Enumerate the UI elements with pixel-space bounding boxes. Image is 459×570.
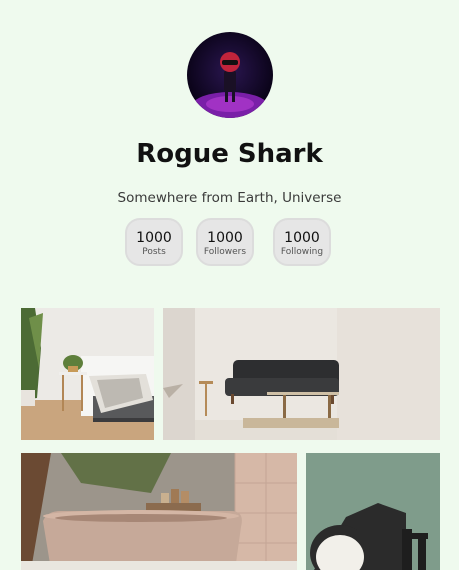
stat-following-value: 1000 [284,230,320,246]
stat-followers-value: 1000 [207,230,243,246]
profile-name: Rogue Shark [136,139,323,169]
profile-stats: 1000 Posts 1000 Followers 1000 Following [0,218,459,270]
bedroom-photo-image [21,308,154,440]
stat-posts-label: Posts [142,247,166,257]
lamp-photo-image [306,453,440,570]
stat-followers-label: Followers [203,247,247,257]
living-room-photo-image [163,308,440,440]
profile-avatar[interactable] [187,32,273,118]
stat-followers[interactable]: 1000 Followers [196,218,254,266]
stat-following[interactable]: 1000 Following [273,218,331,266]
stat-posts-value: 1000 [136,230,172,246]
gallery-photo-lamp[interactable] [306,453,440,570]
gallery-photo-bathroom[interactable] [21,453,297,570]
gallery-photo-bedroom[interactable] [21,308,154,440]
stat-following-label: Following [280,247,324,257]
avatar-figure-image [192,52,268,118]
gallery-photo-living-room[interactable] [163,308,440,440]
stat-posts[interactable]: 1000 Posts [125,218,183,266]
profile-location: Somewhere from Earth, Universe [117,190,342,206]
bathroom-photo-image [21,453,297,570]
